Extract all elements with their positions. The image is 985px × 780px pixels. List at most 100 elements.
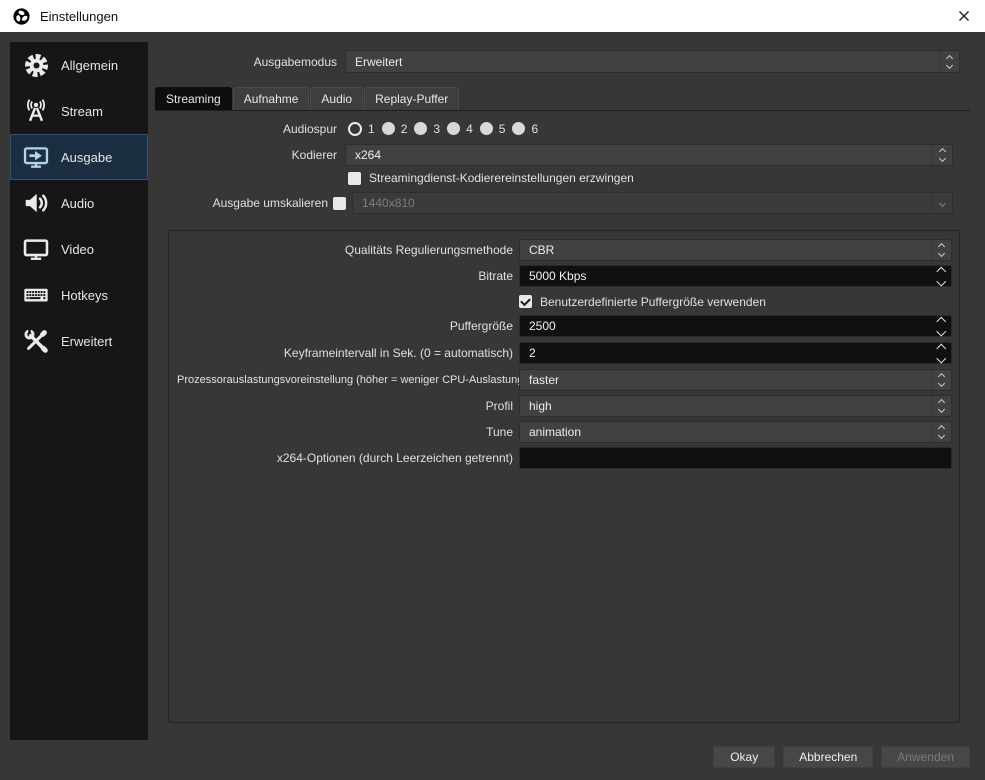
encoder-settings-group: Qualitäts Regulierungsmethode CBR Bitrat… <box>168 230 960 723</box>
tools-icon <box>20 326 52 356</box>
custom-buffer-checkbox[interactable] <box>519 295 532 308</box>
radio-button[interactable] <box>447 122 461 135</box>
cpu-preset-label: Prozessorauslastungsvoreinstellung (höhe… <box>177 374 528 386</box>
chevron-up-icon <box>945 54 954 62</box>
buffer-size-label: Puffergröße <box>449 319 513 333</box>
radio-button[interactable] <box>512 122 526 135</box>
cpu-preset-value: faster <box>529 373 560 387</box>
titlebar: Einstellungen <box>0 0 985 32</box>
spin-down-icon <box>936 326 946 336</box>
combo-arrows[interactable] <box>931 240 951 260</box>
gear-icon <box>20 50 52 80</box>
radio-label: 3 <box>433 121 441 136</box>
x264-options-input[interactable] <box>519 447 952 469</box>
radio-label: 1 <box>368 121 375 136</box>
rescale-output-select[interactable]: 1440x810 <box>352 192 953 214</box>
profile-select[interactable]: high <box>519 395 952 417</box>
close-button[interactable] <box>943 0 985 32</box>
spin-up-icon <box>936 266 946 276</box>
sidebar-item-ausgabe[interactable]: Ausgabe <box>10 134 148 180</box>
radio-button[interactable] <box>348 121 362 136</box>
keyframe-interval-spinner[interactable] <box>519 342 952 364</box>
chevron-down-icon <box>937 379 946 388</box>
audio-track-option-5[interactable]: 5 <box>479 121 506 136</box>
audio-track-option-4[interactable]: 4 <box>447 122 473 136</box>
tab-replay-puffer[interactable]: Replay-Puffer <box>364 87 460 110</box>
encoder-value: x264 <box>355 148 382 162</box>
sidebar-item-label: Audio <box>61 195 95 211</box>
spin-up-icon <box>936 316 946 326</box>
tab-streaming[interactable]: Streaming <box>155 87 232 110</box>
audio-track-option-1[interactable]: 1 <box>348 121 375 136</box>
combo-arrows[interactable] <box>931 370 951 390</box>
cpu-preset-row: Prozessorauslastungsvoreinstellung (höhe… <box>177 369 952 391</box>
combo-arrows[interactable] <box>932 145 952 165</box>
encoder-select[interactable]: x264 <box>345 144 953 166</box>
radio-button[interactable] <box>479 122 493 135</box>
okay-button[interactable]: Okay <box>713 746 776 768</box>
profile-label: Profil <box>485 399 513 413</box>
audio-track-row: Audiospur 1 2 3 4 5 6 <box>155 120 952 137</box>
spin-arrows[interactable] <box>931 316 951 336</box>
radio-button[interactable] <box>414 122 428 135</box>
sidebar-item-hotkeys[interactable]: Hotkeys <box>10 272 148 318</box>
buffer-size-input[interactable] <box>520 316 931 336</box>
combo-arrows[interactable] <box>931 422 951 442</box>
spin-down-icon <box>936 353 946 363</box>
sidebar-item-video[interactable]: Video <box>10 226 148 272</box>
audio-track-option-2[interactable]: 2 <box>381 122 407 136</box>
monitor-icon <box>20 234 52 264</box>
spin-up-icon <box>936 343 946 353</box>
radio-label: 5 <box>498 121 506 136</box>
sidebar-item-stream[interactable]: Stream <box>10 88 148 134</box>
enforce-service-row: Streamingdienst-Kodierereinstellungen er… <box>348 170 634 186</box>
sidebar-item-label: Erweitert <box>61 333 113 349</box>
tune-select[interactable]: animation <box>519 421 952 443</box>
bitrate-input[interactable] <box>520 266 931 286</box>
chevron-down-icon <box>937 431 946 440</box>
output-mode-value: Erweitert <box>355 54 403 69</box>
output-icon <box>20 142 52 172</box>
cancel-button[interactable]: Abbrechen <box>783 746 874 768</box>
apply-button[interactable]: Anwenden <box>881 746 970 768</box>
output-mode-row: Ausgabemodus Erweitert <box>155 50 960 73</box>
profile-value: high <box>529 399 552 413</box>
combo-arrows[interactable] <box>932 193 952 213</box>
profile-row: Profil high <box>177 395 952 417</box>
rate-control-select[interactable]: CBR <box>519 239 952 261</box>
bitrate-spinner[interactable] <box>519 265 952 287</box>
spin-arrows[interactable] <box>931 266 951 286</box>
spin-arrows[interactable] <box>931 343 951 363</box>
output-mode-select[interactable]: Erweitert <box>345 50 960 73</box>
chevron-down-icon <box>945 61 954 69</box>
window-title: Einstellungen <box>40 8 119 24</box>
encoder-label: Kodierer <box>291 148 337 162</box>
sidebar-item-label: Hotkeys <box>61 287 108 303</box>
radio-label: 6 <box>531 121 539 136</box>
combo-arrows[interactable] <box>939 51 959 72</box>
rescale-output-checkbox[interactable] <box>333 196 346 210</box>
bitrate-label: Bitrate <box>478 269 513 283</box>
enforce-service-checkbox[interactable] <box>348 171 361 185</box>
footer: Okay Abbrechen Anwenden <box>713 746 970 768</box>
audio-track-option-3[interactable]: 3 <box>414 122 440 136</box>
x264-options-row: x264-Optionen (durch Leerzeichen getrenn… <box>177 447 952 469</box>
keyframe-interval-input[interactable] <box>520 343 931 363</box>
sidebar-item-audio[interactable]: Audio <box>10 180 148 226</box>
buffer-size-spinner[interactable] <box>519 315 952 337</box>
sidebar-item-erweitert[interactable]: Erweitert <box>10 318 148 364</box>
cpu-preset-select[interactable]: faster <box>519 369 952 391</box>
keyframe-interval-row: Keyframeintervall in Sek. (0 = automatis… <box>177 342 952 364</box>
radio-button[interactable] <box>381 122 395 135</box>
output-mode-label: Ausgabemodus <box>253 54 337 69</box>
spin-down-icon <box>936 276 946 286</box>
combo-arrows[interactable] <box>931 396 951 416</box>
tab-audio[interactable]: Audio <box>310 87 364 110</box>
rate-control-row: Qualitäts Regulierungsmethode CBR <box>177 239 952 261</box>
sidebar-item-label: Stream <box>61 103 103 119</box>
rate-control-label: Qualitäts Regulierungsmethode <box>344 243 513 257</box>
audio-track-option-6[interactable]: 6 <box>512 122 538 136</box>
tab-aufnahme[interactable]: Aufnahme <box>232 87 310 110</box>
sidebar-item-allgemein[interactable]: Allgemein <box>10 42 148 88</box>
broadcast-icon <box>20 96 52 126</box>
